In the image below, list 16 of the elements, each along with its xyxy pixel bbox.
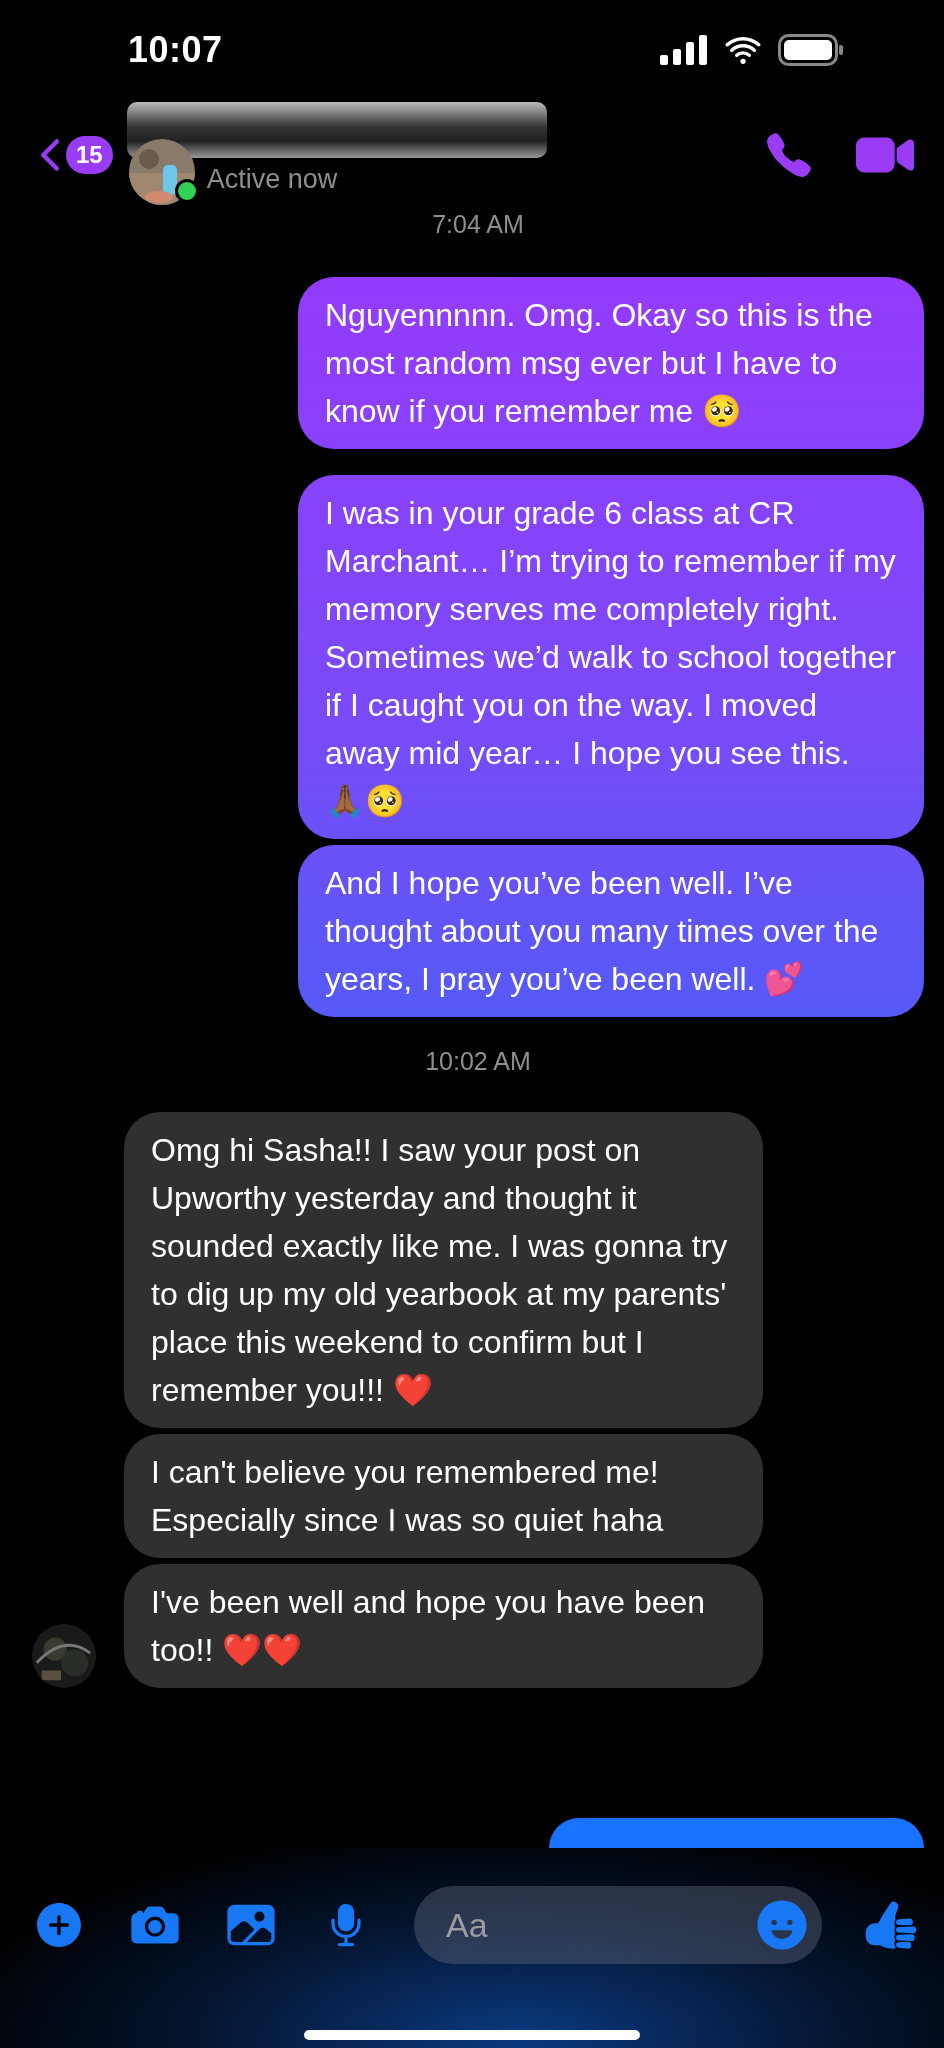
sent-message: I was in your grade 6 class at CR Marchant… I’m trying to remember if my memory serves me completely right. Sometimes we’d walk to school together if I caught you on the way. I moved away mid year… I hope you see this. 🙏🏾🥺 xyxy=(298,475,924,839)
back-button[interactable]: 15 xyxy=(26,131,113,179)
active-status: Active now xyxy=(206,163,339,195)
received-message: I can't believe you remembered me! Especially since I was so quiet haha xyxy=(124,1434,763,1558)
call-button[interactable] xyxy=(764,130,814,180)
timestamp: 10:02 AM xyxy=(425,1047,531,1076)
received-message: Omg hi Sasha!! I saw your post on Upworthy yesterday and thought it sounded exactly like me. I was gonna try to dig up my old yearbook at my parents' place this weekend to confirm but I remember you!!! ❤ xyxy=(124,1112,763,1428)
sent-message: Nguyennnnn. Omg. Okay so this is the most random msg ever but I have to know if you remember me 🥺 xyxy=(298,277,924,449)
timestamp: 7:04 AM xyxy=(432,210,524,239)
status-time: 10:07 xyxy=(128,29,223,71)
sent-message: And I hope you’ve been well. I’ve thought about you many times over the years, I pray you’ve been well. 💕 xyxy=(298,845,924,1017)
signal-icon xyxy=(660,35,708,65)
emoji-button[interactable] xyxy=(754,1897,810,1953)
received-message: I've been well and hope you have been too!! ❤❤ xyxy=(124,1564,763,1688)
battery-icon xyxy=(778,34,844,66)
like-button[interactable] xyxy=(864,1898,918,1952)
